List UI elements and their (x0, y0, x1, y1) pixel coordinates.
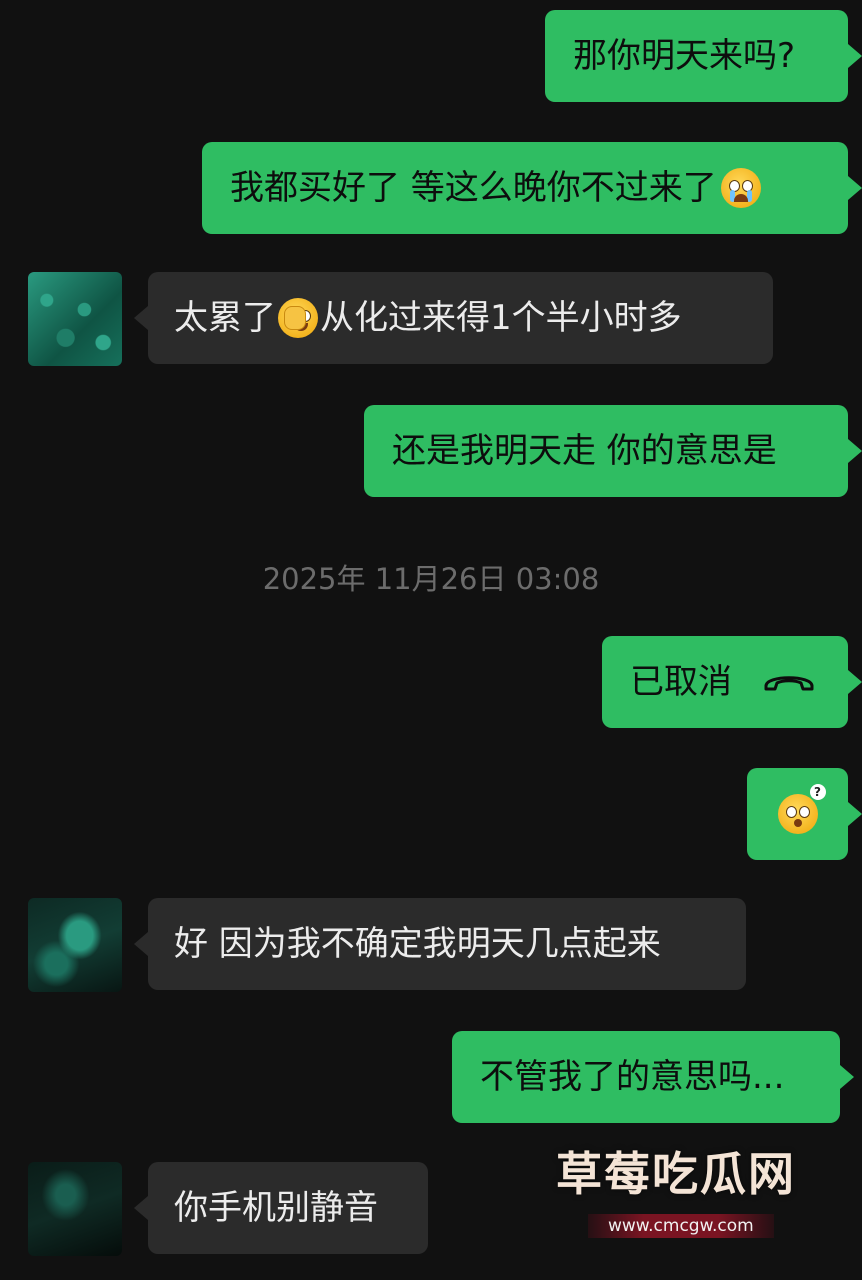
outgoing-message-bubble[interactable]: 不管我了的意思吗... (452, 1031, 840, 1123)
outgoing-message-bubble[interactable]: 还是我明天走 你的意思是 (364, 405, 848, 497)
bubble-tail (134, 306, 148, 330)
contact-avatar[interactable] (28, 1162, 122, 1256)
outgoing-emoji-bubble[interactable]: ? (747, 768, 848, 860)
message-text: 你手机别静音 (174, 1188, 378, 1228)
outgoing-message-bubble[interactable]: 那你明天来吗? (545, 10, 848, 102)
bubble-tail (848, 670, 862, 694)
crying-face-emoji-icon (720, 168, 761, 208)
bubble-tail (134, 932, 148, 956)
canceled-call-bubble[interactable]: 已取消 (602, 636, 848, 728)
message-text: 太累了 (174, 298, 276, 338)
confused-question-emoji-icon: ? (777, 784, 826, 834)
incoming-message-bubble[interactable]: 好 因为我不确定我明天几点起来 (148, 898, 746, 990)
incoming-message-bubble[interactable]: 你手机别静音 (148, 1162, 428, 1254)
message-text: 好 因为我不确定我明天几点起来 (174, 924, 661, 964)
bubble-tail (134, 1196, 148, 1220)
watermark: 草莓吃瓜网 www.cmcgw.com (556, 1138, 816, 1238)
bubble-tail (848, 44, 862, 68)
message-timestamp: 2025年 11月26日 03:08 (262, 562, 600, 596)
bubble-tail (848, 802, 862, 826)
contact-avatar[interactable] (28, 898, 122, 992)
bubble-tail (848, 439, 862, 463)
watermark-title: 草莓吃瓜网 (556, 1147, 796, 1201)
message-text: 已取消 (630, 662, 732, 702)
message-text: 还是我明天走 你的意思是 (392, 431, 777, 471)
bubble-tail (840, 1065, 854, 1089)
incoming-message-bubble[interactable]: 太累了 从化过来得1个半小时多 (148, 272, 773, 364)
watermark-url: www.cmcgw.com (588, 1214, 774, 1238)
contact-avatar[interactable] (28, 272, 122, 366)
bubble-tail (848, 176, 862, 200)
outgoing-message-bubble[interactable]: 我都买好了 等这么晚你不过来了 (202, 142, 848, 234)
facepalm-laughing-emoji-icon (278, 298, 318, 338)
message-text: 那你明天来吗? (573, 36, 796, 76)
message-text: 不管我了的意思吗... (480, 1057, 785, 1097)
phone-hangup-icon (762, 665, 816, 699)
message-text: 从化过来得1个半小时多 (320, 298, 682, 338)
message-text: 我都买好了 等这么晚你不过来了 (230, 168, 717, 208)
